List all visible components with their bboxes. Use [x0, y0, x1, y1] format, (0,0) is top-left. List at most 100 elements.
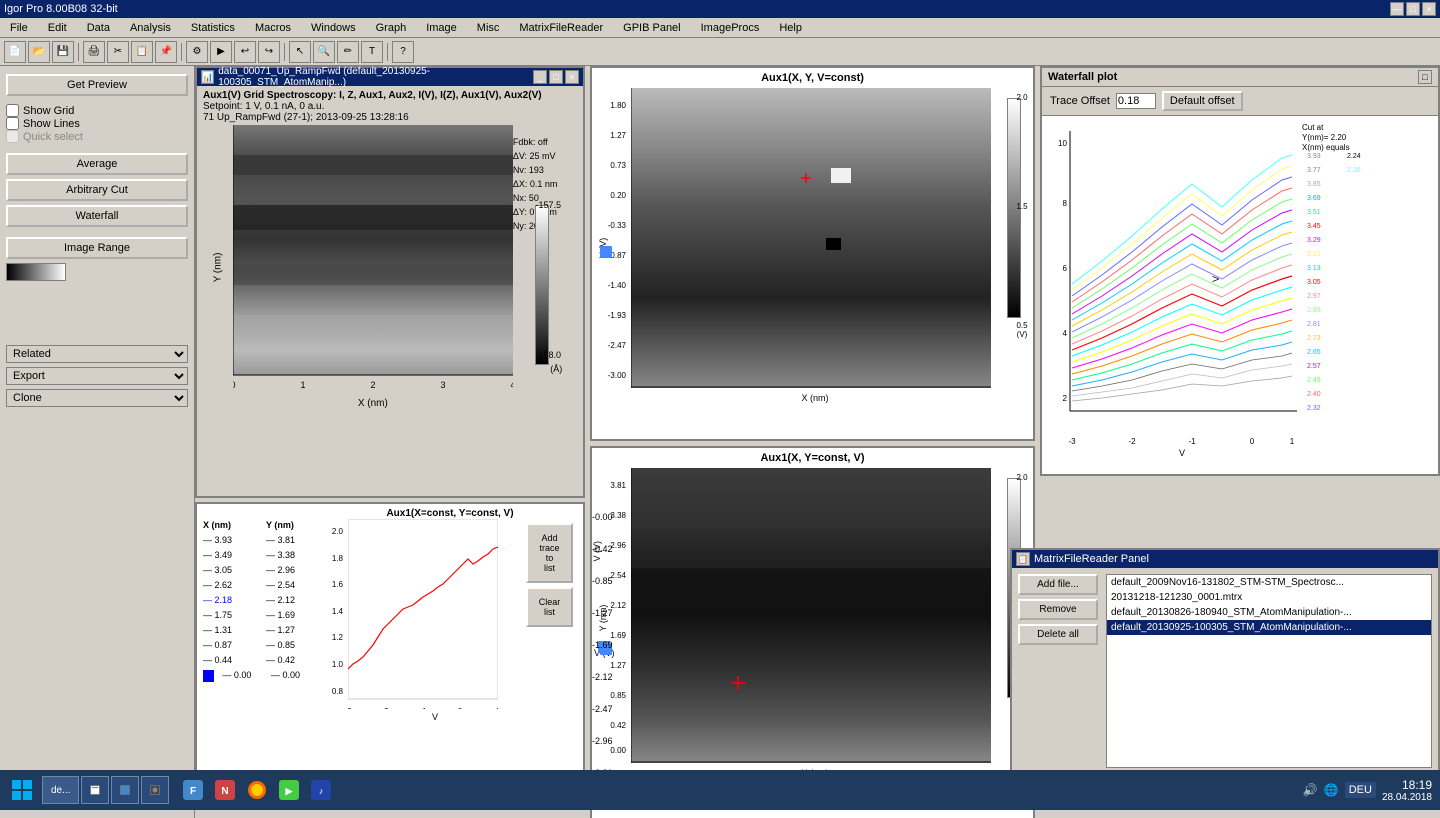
- toolbar-save[interactable]: 💾: [52, 41, 74, 63]
- taskbar-app-2[interactable]: N: [211, 776, 239, 804]
- show-lines-checkbox[interactable]: [6, 117, 19, 130]
- menu-windows[interactable]: Windows: [305, 20, 362, 36]
- clone-dropdown[interactable]: Clone: [6, 389, 188, 407]
- toolbar-draw[interactable]: ✏: [337, 41, 359, 63]
- default-offset-button[interactable]: Default offset: [1162, 91, 1243, 111]
- menu-graph[interactable]: Graph: [370, 20, 413, 36]
- matrix-file-3[interactable]: default_20130925-100305_STM_AtomManipula…: [1107, 620, 1431, 635]
- toolbar-open[interactable]: 📂: [28, 41, 50, 63]
- matrix-file-0[interactable]: default_2009Nov16-131802_STM-STM_Spectro…: [1107, 575, 1431, 590]
- toolbar-btn-4[interactable]: 📌: [155, 41, 177, 63]
- toolbar-zoom[interactable]: 🔍: [313, 41, 335, 63]
- trace-offset-label: Trace Offset: [1050, 95, 1110, 107]
- task-btn-igor[interactable]: de...: [42, 776, 79, 804]
- coord-row-2: — 3.05— 2.96: [203, 563, 323, 578]
- clear-list-button[interactable]: Clearlist: [526, 587, 573, 627]
- toolbar-btn-6[interactable]: ▶: [210, 41, 232, 63]
- taskbar-icon-2: N: [215, 780, 235, 800]
- toolbar-btn-5[interactable]: ⚙: [186, 41, 208, 63]
- trace-offset-input[interactable]: 0.18: [1116, 93, 1156, 109]
- show-grid-checkbox[interactable]: [6, 104, 19, 117]
- toolbar-text[interactable]: T: [361, 41, 383, 63]
- coord-row-8: — 0.44— 0.42: [203, 653, 323, 668]
- toolbar-btn-3[interactable]: 📋: [131, 41, 153, 63]
- coord-row-4: — 2.18— 2.12: [203, 593, 323, 608]
- task-btn-4[interactable]: [141, 776, 169, 804]
- svg-text:2.0: 2.0: [332, 527, 344, 536]
- menu-statistics[interactable]: Statistics: [185, 20, 241, 36]
- task-icon-2: [90, 782, 100, 798]
- taskbar-icon-5: ♪: [311, 780, 331, 800]
- svg-text:1.4: 1.4: [332, 607, 344, 616]
- waterfall-button[interactable]: Waterfall: [6, 205, 188, 227]
- remove-button[interactable]: Remove: [1018, 599, 1098, 620]
- svg-text:0.42: 0.42: [610, 721, 626, 730]
- matrix-file-2[interactable]: default_20130826-180940_STM_AtomManipula…: [1107, 605, 1431, 620]
- matrix-file-1[interactable]: 20131218-121230_0001.mtrx: [1107, 590, 1431, 605]
- stm-maximize[interactable]: □: [549, 70, 563, 84]
- menu-gpib[interactable]: GPIB Panel: [617, 20, 686, 36]
- taskbar-app-4[interactable]: ▶: [275, 776, 303, 804]
- delete-all-button[interactable]: Delete all: [1018, 624, 1098, 645]
- menu-edit[interactable]: Edit: [42, 20, 73, 36]
- waterfall-plot-area: Cut at Y(nm)= 2.20 X(nm) equals 10 8 6 4…: [1042, 116, 1438, 456]
- task-btn-2[interactable]: [81, 776, 109, 804]
- average-button[interactable]: Average: [6, 153, 188, 175]
- related-dropdown[interactable]: Related: [6, 345, 188, 363]
- color-swatch: [6, 263, 66, 281]
- maximize-button[interactable]: □: [1406, 2, 1420, 16]
- line-graph-layout: X (nm) Y (nm) — 3.93— 3.81 — 3.49— 3.38 …: [203, 508, 577, 796]
- task-btn-3[interactable]: [111, 776, 139, 804]
- svg-text:2.12: 2.12: [610, 601, 626, 610]
- close-button[interactable]: ×: [1422, 2, 1436, 16]
- svg-text:2.97: 2.97: [1307, 293, 1321, 300]
- svg-text:1: 1: [300, 380, 305, 390]
- taskbar-icon-3: [247, 780, 267, 800]
- toolbar-btn-2[interactable]: ✂: [107, 41, 129, 63]
- image-range-button[interactable]: Image Range: [6, 237, 188, 259]
- menu-analysis[interactable]: Analysis: [124, 20, 177, 36]
- svg-text:3: 3: [440, 380, 445, 390]
- line-graph-x-label: V: [348, 712, 522, 722]
- start-button[interactable]: [4, 772, 40, 808]
- stm-close[interactable]: ×: [565, 70, 579, 84]
- spec-bot-cb-max: 2.0: [1015, 473, 1029, 482]
- toolbar-cursor[interactable]: ↖: [289, 41, 311, 63]
- export-dropdown[interactable]: Export: [6, 367, 188, 385]
- menu-imageprocs[interactable]: ImageProcs: [695, 20, 766, 36]
- menu-file[interactable]: File: [4, 20, 34, 36]
- stm-colorbar-max: -157.5: [535, 200, 561, 210]
- spec-bot-content: 3.81 3.38 2.96 2.54 2.12 1.69 1.27 0.85 …: [592, 468, 1033, 778]
- menu-misc[interactable]: Misc: [471, 20, 506, 36]
- menu-help[interactable]: Help: [773, 20, 808, 36]
- toolbar-print[interactable]: 🖨: [83, 41, 105, 63]
- taskbar-app-3[interactable]: [243, 776, 271, 804]
- quick-select-checkbox[interactable]: [6, 130, 19, 143]
- get-preview-button[interactable]: Get Preview: [6, 74, 188, 96]
- svg-text:3.69: 3.69: [1307, 195, 1321, 202]
- toolbar-btn-8[interactable]: ↪: [258, 41, 280, 63]
- add-file-button[interactable]: Add file...: [1018, 574, 1098, 595]
- toolbar-btn-7[interactable]: ↩: [234, 41, 256, 63]
- stm-minimize[interactable]: _: [533, 70, 547, 84]
- svg-text:N: N: [222, 786, 229, 797]
- add-trace-button[interactable]: Addtracetolist: [526, 523, 573, 583]
- arbitrary-cut-button[interactable]: Arbitrary Cut: [6, 179, 188, 201]
- title-bar: Igor Pro 8.00B08 32-bit — □ ×: [0, 0, 1440, 18]
- taskbar-icon-1: F: [183, 780, 203, 800]
- taskbar-app-5[interactable]: ♪: [307, 776, 335, 804]
- stm-map-svg: 0 1 2 3 4 0 1 2 3: [233, 125, 513, 395]
- taskbar-right: 🔊 🌐 DEU 18:19 28.04.2018: [1295, 778, 1440, 803]
- toolbar-help[interactable]: ?: [392, 41, 414, 63]
- menu-image[interactable]: Image: [420, 20, 463, 36]
- menu-data[interactable]: Data: [81, 20, 116, 36]
- taskbar-app-1[interactable]: F: [179, 776, 207, 804]
- menu-macros[interactable]: Macros: [249, 20, 297, 36]
- line-graph-y-axis: 2.0 1.8 1.6 1.4 1.2 1.0 0.8: [323, 519, 348, 796]
- menu-matrixfilereader[interactable]: MatrixFileReader: [513, 20, 609, 36]
- toolbar-new[interactable]: 📄: [4, 41, 26, 63]
- stm-map-container: Y (nm): [197, 125, 583, 409]
- waterfall-close[interactable]: □: [1418, 70, 1432, 84]
- matrix-panel: 📋 MatrixFileReader Panel Add file... Rem…: [1010, 548, 1440, 778]
- minimize-button[interactable]: —: [1390, 2, 1404, 16]
